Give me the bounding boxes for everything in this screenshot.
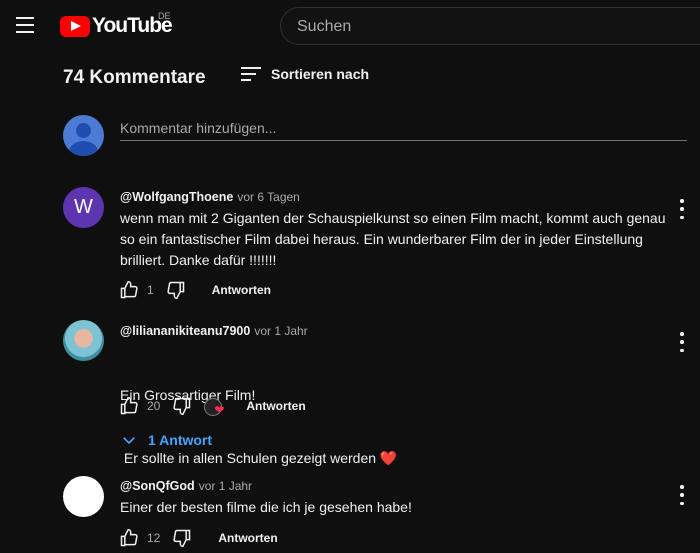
comment-time[interactable]: vor 6 Tagen — [237, 190, 300, 204]
creator-heart-badge: ❤ — [204, 397, 226, 417]
more-icon[interactable] — [677, 485, 687, 505]
menu-button[interactable] — [10, 10, 40, 40]
avatar-letter: W — [74, 196, 93, 218]
comment-actions: 1 Antworten — [117, 279, 271, 301]
comment-time[interactable]: vor 1 Jahr — [199, 479, 252, 493]
comment-actions: 12 Antworten — [117, 527, 278, 549]
like-count: 20 — [147, 399, 161, 413]
reply-button[interactable]: Antworten — [246, 399, 305, 413]
user-avatar — [63, 115, 104, 156]
heart-icon: ❤ — [214, 403, 225, 417]
search-box — [280, 7, 700, 46]
comment-author[interactable]: @liliananikiteanu7900 — [120, 324, 250, 338]
like-count: 12 — [147, 531, 161, 545]
comment-author[interactable]: @SonQfGod — [120, 479, 195, 493]
avatar[interactable] — [63, 320, 104, 361]
comment-text: wenn man mit 2 Giganten der Schauspielku… — [120, 210, 666, 268]
like-icon[interactable] — [117, 395, 141, 417]
comment-count: 74 Kommentare — [63, 67, 206, 88]
like-icon[interactable] — [117, 527, 141, 549]
youtube-logo-icon — [60, 15, 90, 37]
add-comment-input[interactable] — [120, 116, 687, 141]
more-icon[interactable] — [677, 199, 687, 219]
comment-header: @WolfgangThoene vor 6 Tagen — [120, 190, 300, 204]
reply-button[interactable]: Antworten — [218, 531, 277, 545]
comment-text: Einer der besten filme die ich je gesehe… — [120, 499, 412, 515]
comment-header: @SonQfGod vor 1 Jahr — [120, 479, 252, 493]
show-replies-button[interactable]: 1 Antwort — [120, 431, 212, 449]
more-icon[interactable] — [677, 332, 687, 352]
search-input[interactable] — [295, 8, 679, 46]
replies-label: 1 Antwort — [148, 432, 213, 448]
chevron-down-icon — [123, 437, 135, 445]
comment-time[interactable]: vor 1 Jahr — [254, 324, 307, 338]
reply-button[interactable]: Antworten — [212, 283, 271, 297]
avatar[interactable] — [63, 476, 104, 517]
sort-button[interactable]: Sortieren nach — [241, 66, 369, 82]
region-label: DE — [158, 11, 171, 21]
dislike-icon[interactable] — [170, 527, 194, 549]
comment-actions: 20 ❤ Antworten — [117, 395, 306, 417]
dislike-icon[interactable] — [164, 279, 188, 301]
avatar[interactable]: W — [63, 187, 104, 228]
like-icon[interactable] — [117, 279, 141, 301]
dislike-icon[interactable] — [170, 395, 194, 417]
like-count: 1 — [147, 283, 154, 297]
sort-label: Sortieren nach — [271, 66, 370, 82]
comment-header: @liliananikiteanu7900 vor 1 Jahr — [120, 324, 308, 338]
comment-author[interactable]: @WolfgangThoene — [120, 190, 233, 204]
sort-icon — [241, 66, 261, 82]
menu-icon — [16, 17, 34, 19]
youtube-logo[interactable]: YouTube DE — [60, 11, 173, 38]
